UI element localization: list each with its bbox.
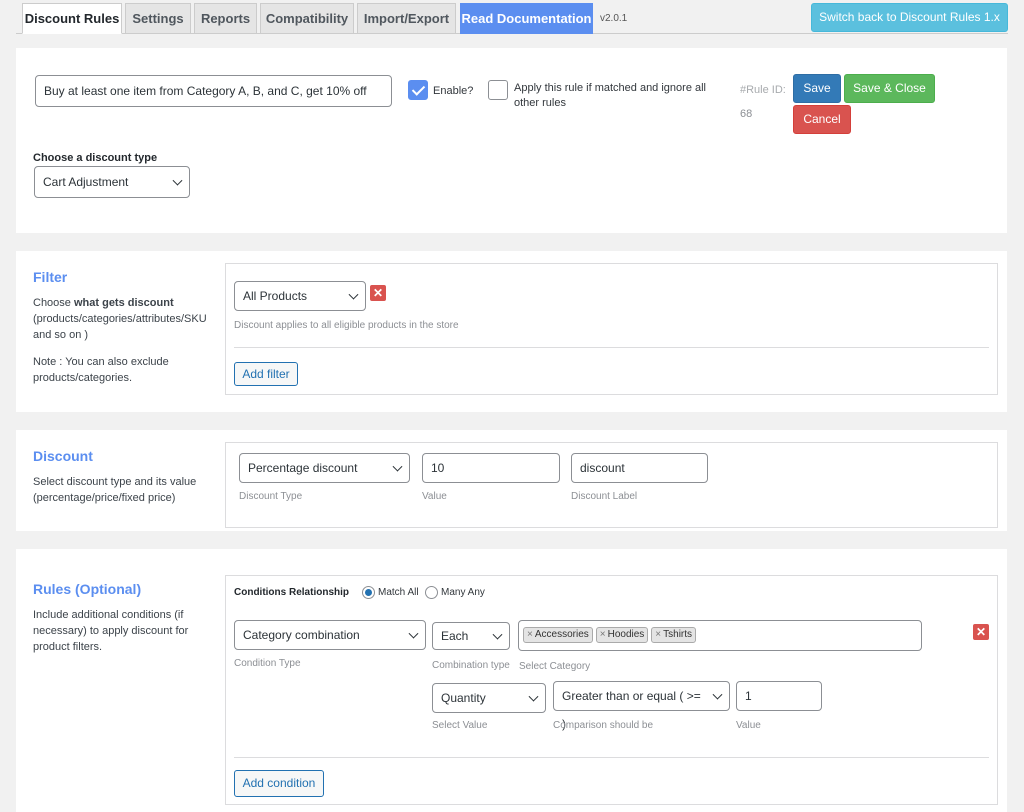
remove-tag-icon[interactable]: × bbox=[527, 629, 533, 640]
chevron-down-icon bbox=[492, 629, 503, 640]
combination-type-hint: Combination type bbox=[432, 660, 510, 671]
exclusive-rule-checkbox[interactable] bbox=[488, 80, 508, 100]
condition-type-select[interactable]: Category combination bbox=[234, 620, 426, 650]
rules-panel: Rules (Optional) Include additional cond… bbox=[16, 549, 1007, 812]
select-value-select[interactable]: Quantity bbox=[432, 683, 546, 713]
rule-id-label: #Rule ID: bbox=[740, 84, 786, 96]
remove-tag-icon[interactable]: × bbox=[655, 629, 661, 640]
category-multiselect[interactable]: × Accessories × Hoodies × Tshirts bbox=[518, 620, 922, 651]
discount-box: Percentage discount Discount Type 10 Val… bbox=[225, 442, 998, 528]
filter-box: All Products ✕ Discount applies to all e… bbox=[225, 263, 998, 395]
save-close-button[interactable]: Save & Close bbox=[844, 74, 935, 103]
many-any-radio[interactable] bbox=[425, 586, 438, 599]
filter-note: Note : You can also exclude products/cat… bbox=[33, 356, 169, 384]
chevron-down-icon bbox=[392, 461, 403, 472]
filter-description: Choose what gets discount (products/cate… bbox=[33, 297, 207, 341]
tab-reports[interactable]: Reports bbox=[194, 3, 257, 34]
rules-title: Rules (Optional) bbox=[33, 581, 142, 597]
discount-label-hint: Discount Label bbox=[571, 491, 638, 502]
discount-type-value-text: Percentage discount bbox=[248, 461, 358, 475]
chevron-down-icon bbox=[408, 628, 419, 639]
category-tag[interactable]: × Hoodies bbox=[595, 627, 649, 643]
remove-condition-icon[interactable]: ✕ bbox=[973, 624, 989, 640]
condition-value-hint: Value bbox=[736, 720, 761, 731]
condition-value-input[interactable]: 1 bbox=[736, 681, 822, 711]
category-tag[interactable]: × Accessories bbox=[523, 627, 593, 643]
match-all-label: Match All bbox=[378, 587, 419, 598]
save-button[interactable]: Save bbox=[793, 74, 841, 103]
rule-id-value: 68 bbox=[740, 108, 753, 120]
many-any-label: Many Any bbox=[441, 587, 485, 598]
select-value-hint: Select Value bbox=[432, 720, 488, 731]
version-label: v2.0.1 bbox=[600, 13, 628, 24]
discount-panel: Discount Select discount type and its va… bbox=[16, 430, 1007, 531]
conditions-relationship-label: Conditions Relationship bbox=[234, 587, 349, 598]
comparison-select[interactable]: Greater than or equal ( >= ) bbox=[553, 681, 730, 731]
conditions-divider bbox=[234, 757, 989, 758]
chevron-down-icon bbox=[528, 691, 539, 702]
enable-checkbox[interactable] bbox=[408, 80, 428, 100]
condition-type-hint: Condition Type bbox=[234, 658, 301, 669]
comparison-hint: Comparison should be bbox=[553, 720, 654, 731]
discount-type-hint: Discount Type bbox=[239, 491, 303, 502]
discount-type-select[interactable]: Cart Adjustment bbox=[34, 166, 190, 198]
discount-type-value: Cart Adjustment bbox=[43, 175, 129, 189]
conditions-box: Conditions Relationship Match All Many A… bbox=[225, 575, 998, 805]
tab-compatibility[interactable]: Compatibility bbox=[260, 3, 354, 34]
enable-label: Enable? bbox=[433, 85, 474, 97]
filter-divider bbox=[234, 347, 989, 348]
add-filter-button[interactable]: Add filter bbox=[234, 362, 298, 386]
discount-type-value-select[interactable]: Percentage discount bbox=[239, 453, 410, 483]
exclusive-rule-label: Apply this rule if matched and ignore al… bbox=[514, 82, 706, 109]
category-tag[interactable]: × Tshirts bbox=[651, 627, 697, 643]
combination-type-value: Each bbox=[441, 629, 469, 643]
remove-tag-icon[interactable]: × bbox=[600, 629, 606, 640]
filter-select[interactable]: All Products bbox=[234, 281, 366, 311]
filter-panel: Filter Choose what gets discount (produc… bbox=[16, 251, 1007, 412]
tab-settings[interactable]: Settings bbox=[125, 3, 191, 34]
switch-version-button[interactable]: Switch back to Discount Rules 1.x bbox=[811, 3, 1008, 32]
filter-title: Filter bbox=[33, 269, 68, 285]
tab-import-export[interactable]: Import/Export bbox=[357, 3, 456, 34]
discount-label-input[interactable]: discount bbox=[571, 453, 708, 483]
chevron-down-icon bbox=[348, 289, 359, 300]
rule-header-panel: Buy at least one item from Category A, B… bbox=[16, 48, 1007, 233]
select-value-text: Quantity bbox=[441, 691, 486, 705]
tab-discount-rules[interactable]: Discount Rules bbox=[22, 3, 122, 34]
discount-description: Select discount type and its value (perc… bbox=[33, 476, 197, 504]
match-all-radio[interactable] bbox=[362, 586, 375, 599]
rules-description: Include additional conditions (if necess… bbox=[33, 609, 189, 653]
rule-title-input[interactable]: Buy at least one item from Category A, B… bbox=[35, 75, 392, 107]
condition-type-value: Category combination bbox=[243, 628, 360, 642]
discount-value-hint: Value bbox=[422, 491, 447, 502]
filter-select-value: All Products bbox=[243, 289, 308, 303]
category-hint: Select Category bbox=[519, 661, 591, 672]
add-condition-button[interactable]: Add condition bbox=[234, 770, 324, 797]
chevron-down-icon bbox=[712, 689, 723, 700]
combination-type-select[interactable]: Each bbox=[432, 622, 510, 650]
chevron-down-icon bbox=[172, 175, 183, 186]
filter-hint: Discount applies to all eligible product… bbox=[234, 320, 459, 331]
discount-value-input[interactable]: 10 bbox=[422, 453, 560, 483]
cancel-button[interactable]: Cancel bbox=[793, 105, 851, 134]
remove-filter-icon[interactable]: ✕ bbox=[370, 285, 386, 301]
discount-title: Discount bbox=[33, 448, 93, 464]
discount-type-label: Choose a discount type bbox=[33, 152, 158, 164]
read-documentation-button[interactable]: Read Documentation bbox=[460, 3, 593, 34]
